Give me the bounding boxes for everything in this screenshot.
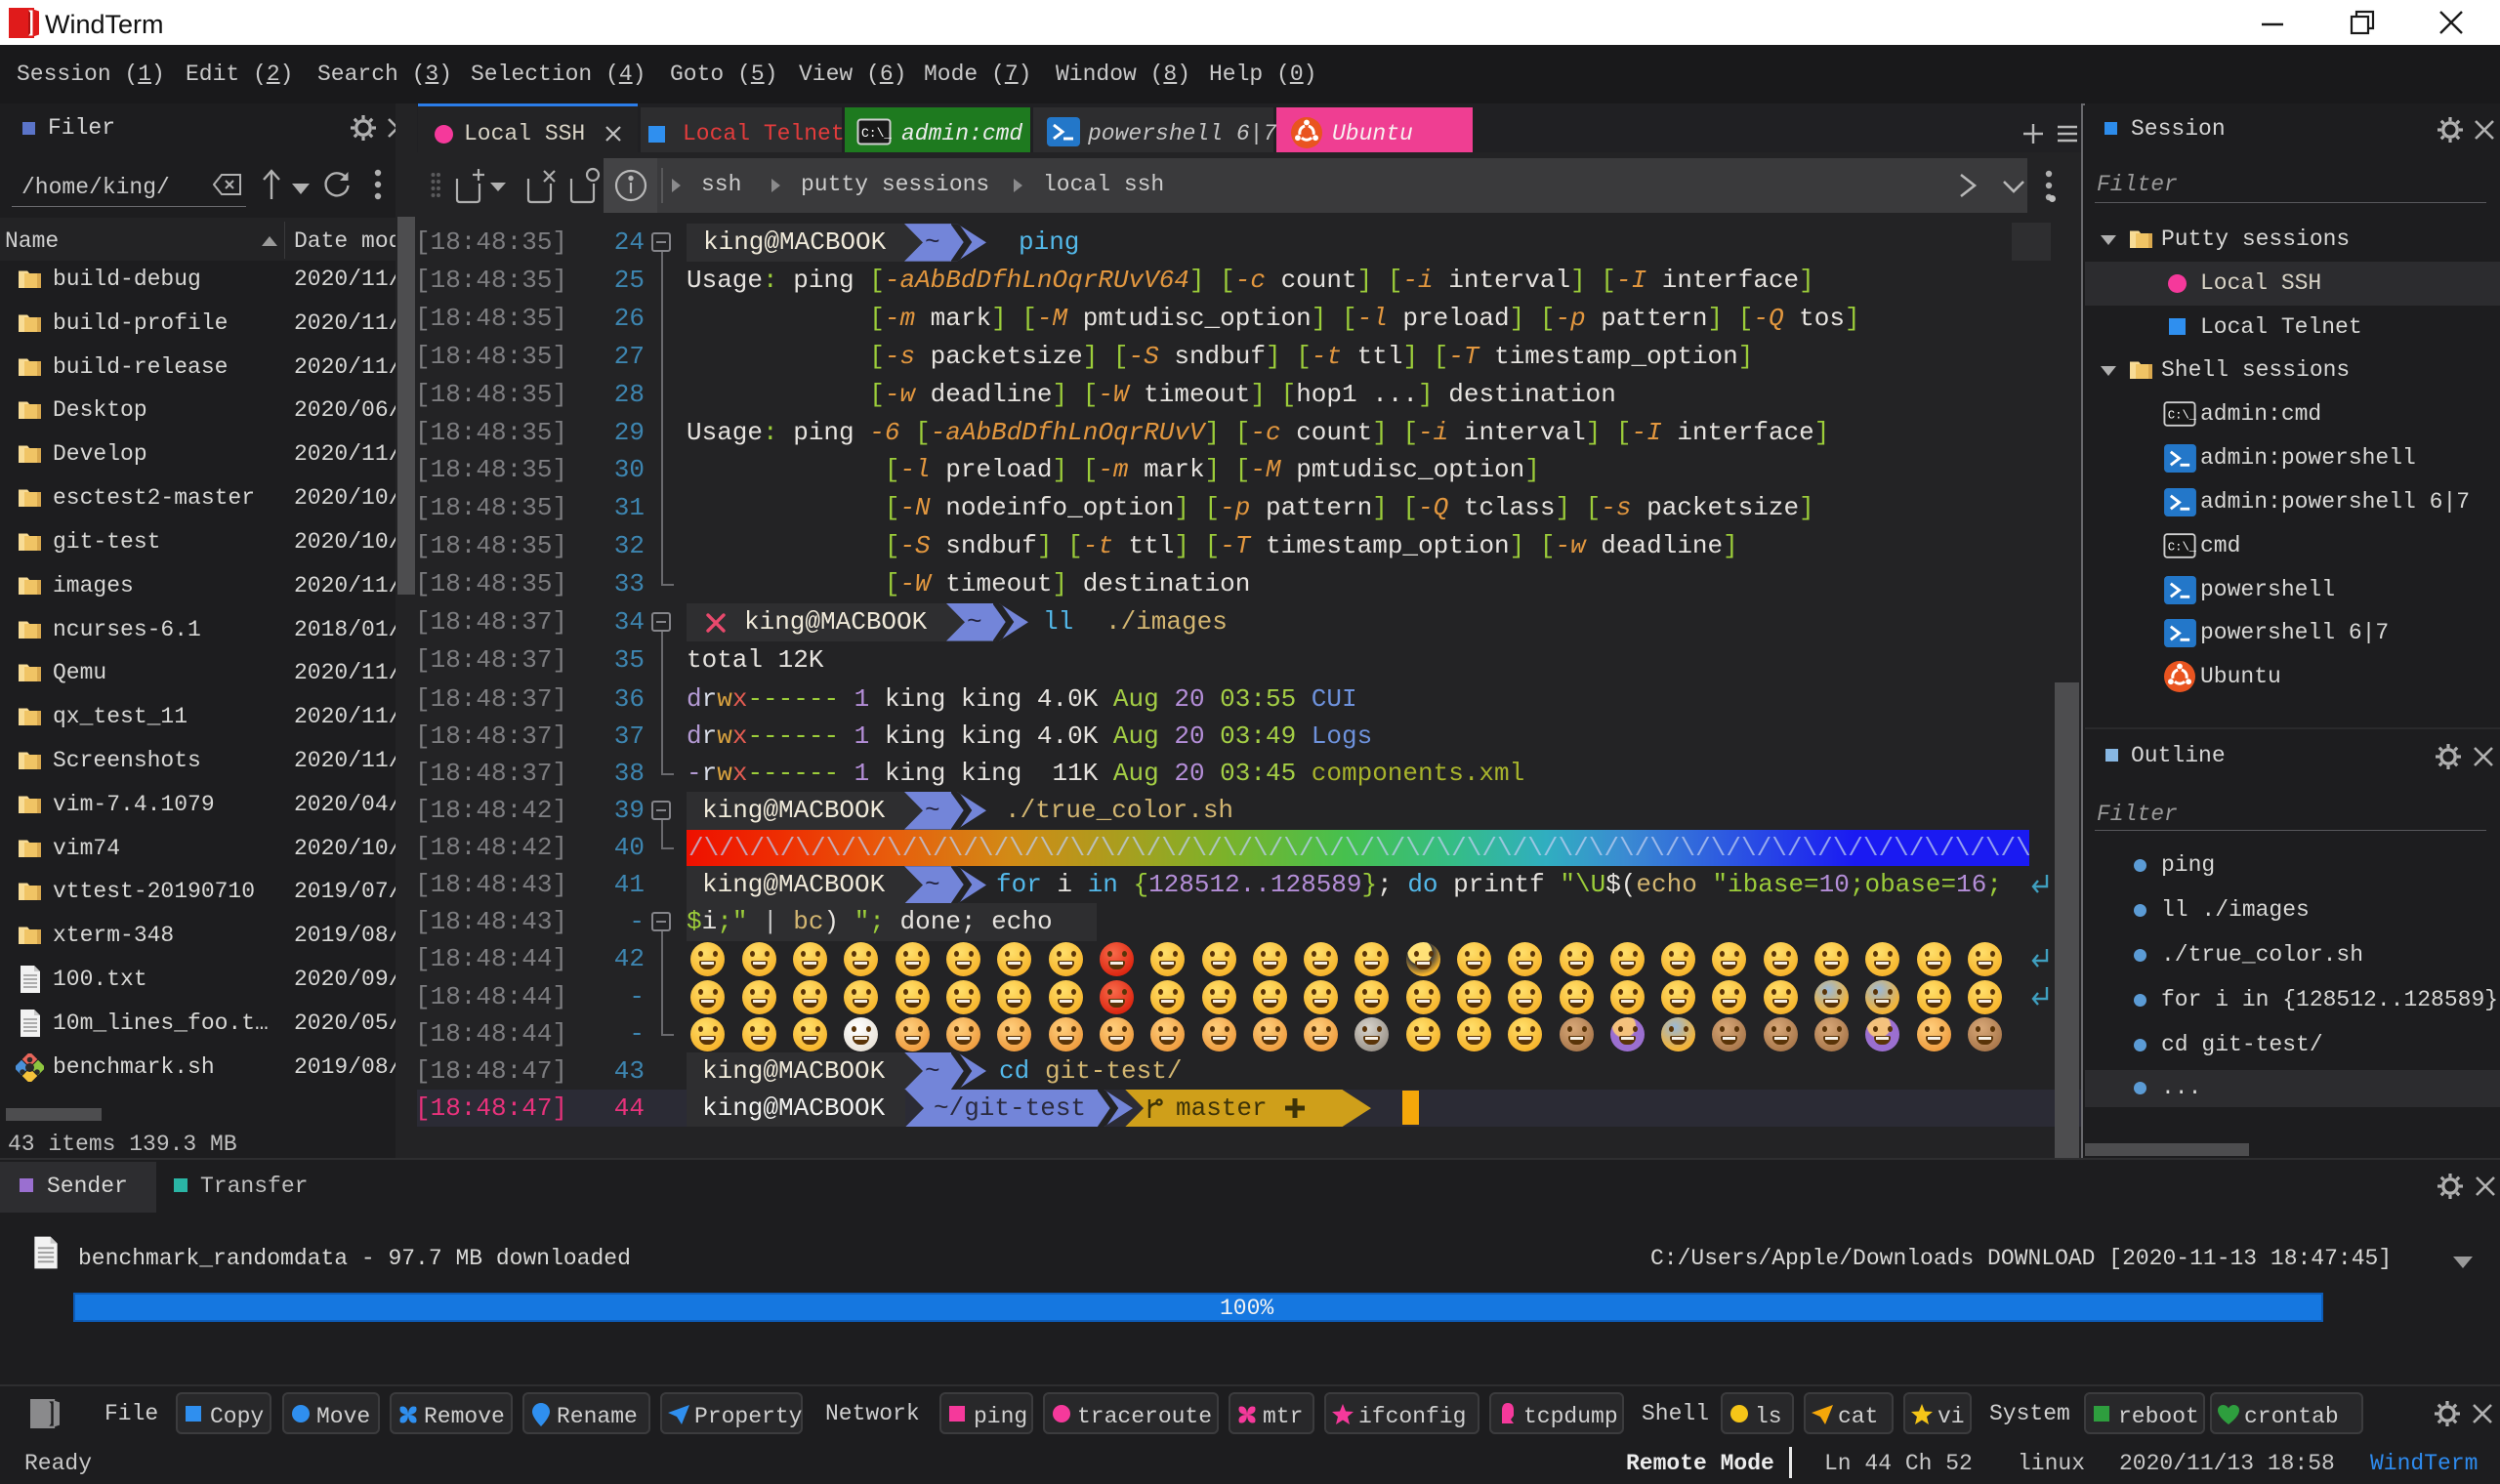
svg-text:C:\_: C:\_ xyxy=(2168,409,2196,423)
svg-text:C:\_: C:\_ xyxy=(2168,540,2196,554)
svg-text:C:\_: C:\_ xyxy=(861,126,892,141)
